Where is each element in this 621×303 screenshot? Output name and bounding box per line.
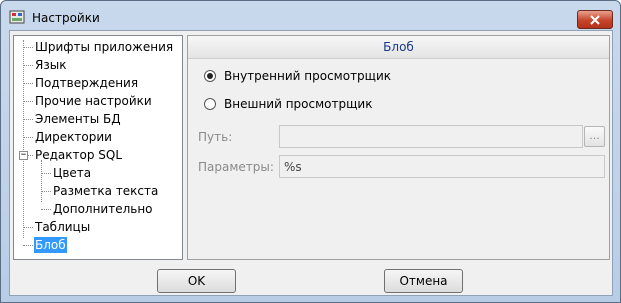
tree-connector <box>41 191 51 192</box>
tree-item-db-elements[interactable]: Элементы БД <box>35 111 121 127</box>
browse-button[interactable]: ... <box>584 126 605 147</box>
tree-item-confirmations[interactable]: Подтверждения <box>35 75 138 91</box>
path-input[interactable] <box>279 125 583 148</box>
tree-line-sub <box>41 160 42 202</box>
radio-button[interactable] <box>204 98 216 110</box>
path-label: Путь: <box>198 130 233 144</box>
tree-connector <box>23 47 33 48</box>
radio-external-label: Внешний просмотрщик <box>224 97 373 111</box>
tree-item-colors[interactable]: Цвета <box>53 165 91 181</box>
collapse-icon[interactable]: − <box>19 151 28 160</box>
tree-item-fonts[interactable]: Шрифты приложения <box>35 39 173 55</box>
app-icon <box>9 10 25 24</box>
tree-connector <box>23 245 33 246</box>
tree-item-advanced[interactable]: Дополнительно <box>53 201 153 217</box>
tree-item-sql-editor[interactable]: Редактор SQL <box>35 147 122 163</box>
tree-connector <box>23 65 33 66</box>
params-label: Параметры: <box>198 160 274 174</box>
settings-tree[interactable]: − Шрифты приложения Язык Подтверждения П… <box>13 35 183 260</box>
radio-external-viewer[interactable]: Внешний просмотрщик <box>204 95 372 113</box>
settings-dialog: Настройки − Шрифты приложения Язык Подтв… <box>0 0 621 303</box>
tree-connector <box>23 137 33 138</box>
radio-internal-label: Внутренний просмотрщик <box>224 69 392 83</box>
tree-connector <box>28 155 33 156</box>
tree-item-directories[interactable]: Директории <box>35 129 112 145</box>
tree-item-tables[interactable]: Таблицы <box>35 219 90 235</box>
tree-item-language[interactable]: Язык <box>35 57 66 73</box>
close-icon <box>590 14 600 25</box>
dialog-client-area: − Шрифты приложения Язык Подтверждения П… <box>9 30 613 296</box>
title-bar[interactable]: Настройки <box>1 1 620 31</box>
tree-connector <box>23 83 33 84</box>
tree-connector <box>23 119 33 120</box>
radio-button-checked[interactable] <box>204 70 216 82</box>
close-button[interactable] <box>577 10 613 29</box>
tree-item-blob[interactable]: Блоб <box>34 237 67 253</box>
params-input[interactable] <box>279 155 605 178</box>
radio-internal-viewer[interactable]: Внутренний просмотрщик <box>204 67 391 85</box>
window-title: Настройки <box>32 11 100 25</box>
tree-line-main <box>23 40 24 238</box>
settings-panel: Блоб Внутренний просмотрщик Внешний прос… <box>187 35 610 260</box>
ok-button[interactable]: OK <box>157 269 236 293</box>
tree-connector <box>23 101 33 102</box>
tree-connector <box>41 209 51 210</box>
tree-connector <box>41 173 51 174</box>
panel-title: Блоб <box>188 36 609 59</box>
tree-connector <box>23 227 33 228</box>
tree-item-text-markup[interactable]: Разметка текста <box>53 183 158 199</box>
cancel-button[interactable]: Отмена <box>384 269 463 293</box>
tree-item-other-settings[interactable]: Прочие настройки <box>35 93 152 109</box>
